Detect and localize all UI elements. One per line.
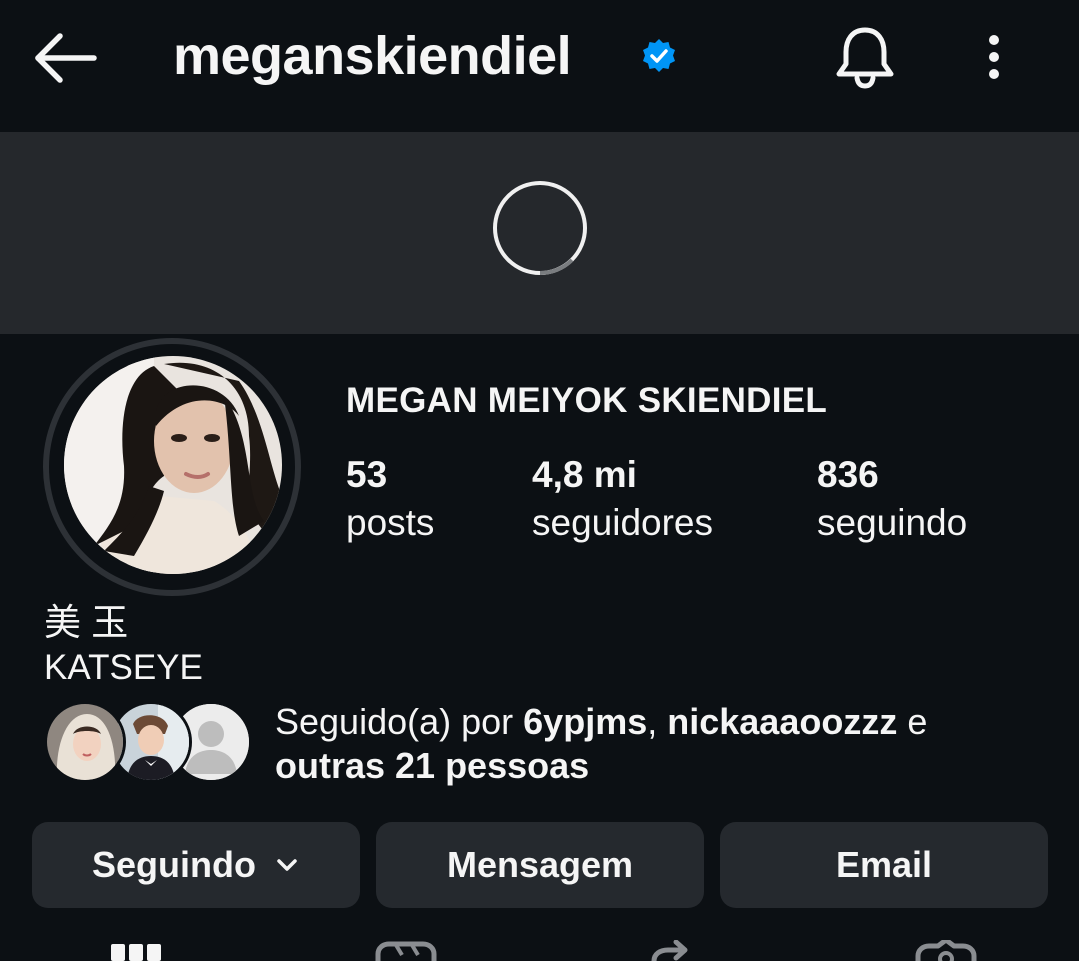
reposts-icon[interactable] bbox=[648, 940, 692, 961]
following-count: 836 bbox=[817, 454, 879, 495]
loading-spinner-icon bbox=[493, 181, 587, 276]
profile-username: meganskiendiel bbox=[173, 26, 572, 86]
bio-line-1: 美 玉 bbox=[44, 602, 129, 643]
followed-by-joiner: e bbox=[897, 701, 928, 742]
notifications-button[interactable] bbox=[834, 24, 896, 90]
following-button[interactable]: Seguindo bbox=[32, 822, 360, 908]
posts-label: posts bbox=[346, 502, 435, 543]
followers-stat[interactable]: 4,8 mi seguidores bbox=[532, 452, 713, 548]
bio-line-2: KATSEYE bbox=[44, 648, 203, 687]
followed-by-user-1[interactable]: 6ypjms bbox=[523, 701, 647, 742]
chevron-down-icon bbox=[277, 859, 297, 871]
message-button-label: Mensagem bbox=[446, 844, 634, 885]
back-button[interactable] bbox=[30, 30, 100, 86]
verified-badge-icon bbox=[641, 38, 677, 74]
following-label: seguindo bbox=[817, 502, 968, 543]
followed-by-separator: , bbox=[647, 701, 668, 742]
profile-full-name: MEGAN MEIYOK SKIENDIEL bbox=[346, 381, 828, 420]
followed-by-prefix: Seguido(a) por bbox=[275, 701, 524, 742]
profile-tabs bbox=[0, 930, 1079, 961]
message-button[interactable]: Mensagem bbox=[376, 822, 704, 908]
email-button[interactable]: Email bbox=[720, 822, 1048, 908]
grid-icon[interactable] bbox=[110, 940, 162, 961]
mutual-followers-avatars[interactable] bbox=[44, 701, 254, 785]
reels-icon[interactable] bbox=[374, 940, 438, 961]
bell-icon bbox=[836, 27, 894, 89]
profile-screen: meganskiendiel MEGAN MEIYOK SKIENDIEL 53… bbox=[0, 0, 1079, 961]
arrow-left-icon bbox=[35, 33, 97, 83]
cover-area bbox=[0, 132, 1079, 334]
followed-by-user-2[interactable]: nickaaaoozzz bbox=[667, 701, 897, 742]
followers-label: seguidores bbox=[532, 502, 714, 543]
followed-by-text[interactable]: Seguido(a) por 6ypjms, nickaaaoozzz e ou… bbox=[275, 700, 1035, 788]
top-bar: meganskiendiel bbox=[0, 0, 1079, 132]
profile-avatar[interactable] bbox=[64, 356, 282, 574]
mutual-avatar-1 bbox=[44, 701, 126, 783]
posts-count: 53 bbox=[346, 454, 388, 495]
following-stat[interactable]: 836 seguindo bbox=[817, 452, 967, 548]
posts-stat[interactable]: 53 posts bbox=[346, 452, 434, 548]
followers-count: 4,8 mi bbox=[532, 454, 637, 495]
more-vertical-icon bbox=[989, 35, 999, 79]
followed-by-others[interactable]: outras 21 pessoas bbox=[275, 745, 589, 786]
following-button-label: Seguindo bbox=[92, 844, 256, 885]
email-button-label: Email bbox=[835, 844, 933, 885]
more-options-button[interactable] bbox=[976, 30, 1012, 86]
tagged-icon[interactable] bbox=[914, 940, 978, 961]
